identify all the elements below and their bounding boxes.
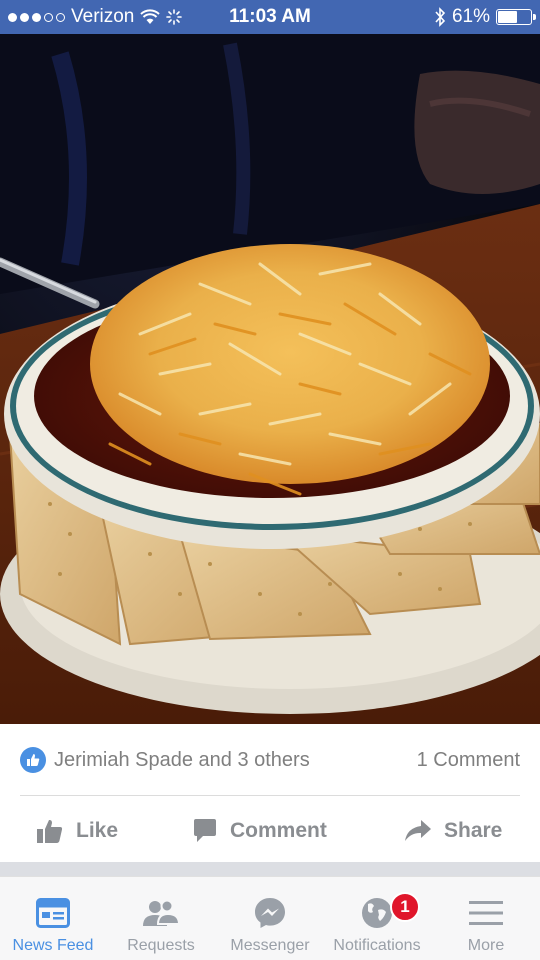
comment-button[interactable]: Comment bbox=[192, 805, 327, 857]
tab-label: Messenger bbox=[230, 937, 310, 954]
news-feed-icon bbox=[36, 895, 70, 931]
tab-messenger[interactable]: Messenger bbox=[216, 877, 324, 960]
loading-spinner-icon bbox=[166, 9, 183, 25]
share-arrow-icon bbox=[405, 820, 431, 841]
battery-icon bbox=[496, 9, 536, 25]
status-bar: Verizon 11:03 AM 61% bbox=[0, 0, 540, 34]
share-button[interactable]: Share bbox=[404, 805, 502, 857]
tab-label: Requests bbox=[127, 937, 195, 954]
comments-count[interactable]: 1 Comment bbox=[417, 749, 520, 772]
divider bbox=[20, 795, 520, 796]
globe-icon bbox=[360, 895, 394, 931]
post-photo[interactable] bbox=[0, 34, 540, 724]
tab-requests[interactable]: Requests bbox=[106, 877, 216, 960]
comment-label: Comment bbox=[230, 819, 327, 842]
status-left: Verizon bbox=[8, 0, 183, 34]
reactions-row: Jerimiah Spade and 3 others 1 Comment bbox=[20, 734, 520, 786]
tab-news-feed[interactable]: News Feed bbox=[0, 877, 106, 960]
bluetooth-icon bbox=[435, 7, 446, 27]
like-reaction-icon bbox=[20, 747, 46, 773]
wifi-icon bbox=[140, 9, 161, 24]
friend-requests-icon bbox=[141, 895, 181, 931]
bottom-tab-bar: News Feed Requests Messenger Notificatio… bbox=[0, 876, 540, 960]
status-right: 61% bbox=[434, 0, 536, 34]
likes-text: Jerimiah Spade and 3 others bbox=[54, 748, 310, 771]
battery-level bbox=[498, 11, 517, 23]
chili-bowl-image bbox=[0, 34, 540, 724]
share-label: Share bbox=[444, 819, 503, 842]
feed-separator bbox=[0, 862, 540, 876]
likes-summary[interactable]: Jerimiah Spade and 3 others bbox=[20, 747, 310, 773]
tab-notifications[interactable]: Notifications 1 bbox=[322, 877, 432, 960]
messenger-icon bbox=[253, 895, 287, 931]
signal-strength-icon bbox=[8, 12, 65, 22]
hamburger-menu-icon bbox=[469, 895, 503, 931]
battery-percent: 61% bbox=[451, 6, 490, 27]
tab-label: More bbox=[467, 937, 505, 954]
tab-more[interactable]: More bbox=[432, 877, 540, 960]
notification-badge: 1 bbox=[390, 892, 420, 922]
tab-label: Notifications bbox=[333, 937, 421, 954]
comment-bubble-icon bbox=[194, 819, 216, 842]
like-label: Like bbox=[76, 819, 119, 842]
tab-label: News Feed bbox=[12, 937, 94, 954]
thumbs-up-icon bbox=[37, 819, 63, 843]
post-actions: Like Comment Share bbox=[0, 805, 540, 857]
like-button[interactable]: Like bbox=[36, 805, 118, 857]
carrier-name: Verizon bbox=[71, 6, 135, 27]
